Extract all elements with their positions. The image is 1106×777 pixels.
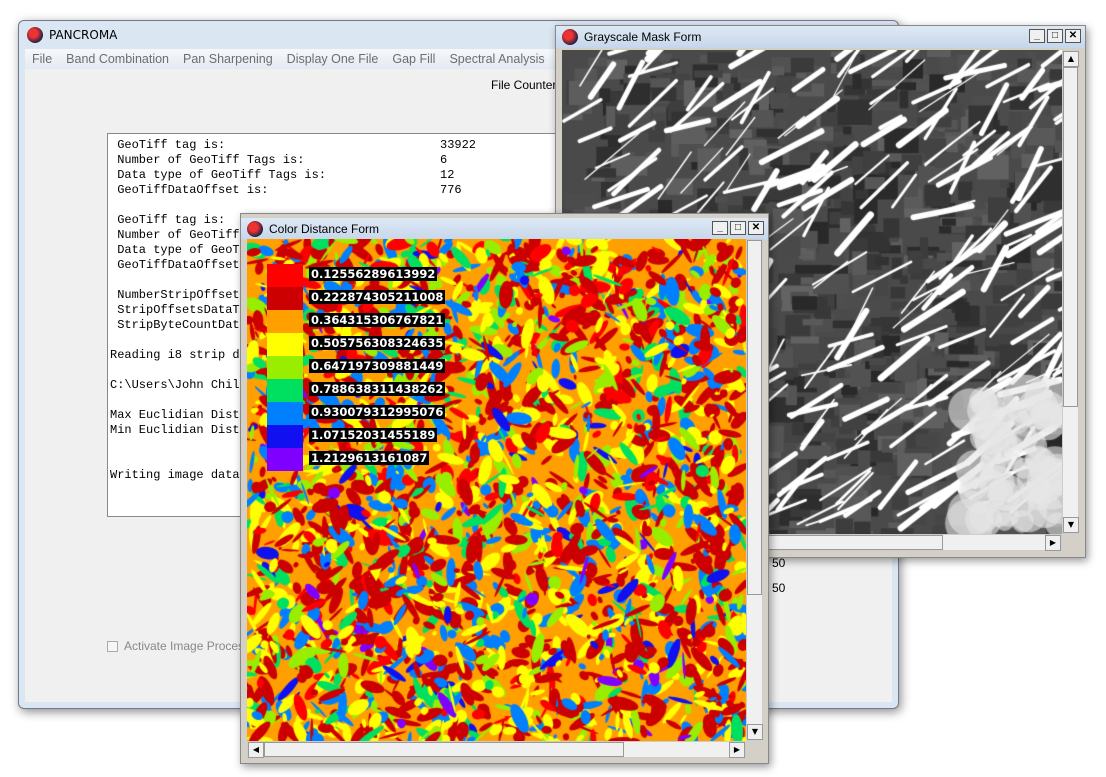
close-button[interactable]: ✕	[1065, 29, 1081, 43]
log-line: Number of GeoTiff Tags is: 6	[110, 153, 566, 168]
log-label: Number of GeoTiff Tags is:	[110, 153, 305, 167]
log-label: Max Euclidian Dista	[110, 408, 247, 422]
window-title: Grayscale Mask Form	[584, 30, 702, 44]
app-icon	[27, 27, 43, 43]
log-line: GeoTiff tag is: 33922	[110, 138, 566, 153]
log-value: 776	[440, 183, 462, 197]
log-line: Data type of GeoTiff Tags is: 12	[110, 168, 566, 183]
log-label: Writing image data	[110, 468, 240, 482]
log-label: Number of GeoTiff	[110, 228, 240, 242]
log-label: GeoTiff tag is:	[110, 138, 226, 152]
scroll-right-button[interactable]: ▶	[1045, 535, 1061, 551]
legend-swatch	[267, 264, 303, 287]
legend-label: 0.647197309881449	[309, 359, 446, 373]
maximize-button[interactable]: □	[1047, 29, 1063, 43]
minimize-button[interactable]: _	[1029, 29, 1045, 43]
legend-label: 0.505756308324635	[309, 336, 446, 350]
close-button[interactable]: ✕	[748, 221, 764, 235]
horizontal-scrollbar[interactable]: ◀ ▶	[247, 741, 746, 758]
minimize-button[interactable]: _	[712, 221, 728, 235]
legend-label: 1.2129613161087	[309, 451, 430, 465]
scroll-right-button[interactable]: ▶	[729, 742, 745, 758]
legend-swatch	[267, 356, 303, 379]
log-label: Data type of GeoTiff Tags is:	[110, 168, 327, 182]
legend-label: 0.930079312995076	[309, 405, 446, 419]
legend-label: 1.07152031455189	[309, 428, 438, 442]
legend-swatch	[267, 425, 303, 448]
scroll-thumb[interactable]	[747, 240, 762, 595]
checkbox-box[interactable]	[107, 640, 118, 652]
legend-label: 0.364315306767821	[309, 313, 446, 327]
scroll-down-button[interactable]: ▼	[747, 724, 763, 740]
legend-label: 0.12556289613992	[309, 267, 438, 281]
menu-item[interactable]: Display One File	[280, 52, 386, 66]
legend-swatch	[267, 287, 303, 310]
log-label: StripOffsetsDataTy	[110, 303, 247, 317]
menu-item[interactable]: Spectral Analysis	[442, 52, 551, 66]
log-label: StripByteCountData	[110, 318, 247, 332]
scroll-up-button[interactable]: ▲	[1063, 51, 1079, 67]
checkbox-label: Activate Image Processi	[124, 639, 253, 653]
menu-item[interactable]: File	[25, 52, 59, 66]
title-bar: Grayscale Mask Form _ □ ✕	[556, 26, 1085, 48]
legend-swatch	[267, 333, 303, 356]
legend-swatch	[267, 379, 303, 402]
window-title: PANCROMA	[49, 28, 118, 42]
file-counter-label: File Counter	[491, 78, 557, 92]
color-distance-window: Color Distance Form _ □ ✕ 0.12556289613992…	[240, 213, 769, 764]
log-line: GeoTiffDataOffset is: 776	[110, 183, 566, 198]
vertical-scrollbar[interactable]: ▼	[746, 239, 763, 741]
maximize-button[interactable]: □	[730, 221, 746, 235]
log-label: NumberStripOffsets	[110, 288, 247, 302]
legend-swatch	[267, 402, 303, 425]
log-label: GeoTiffDataOffset	[110, 258, 240, 272]
app-icon	[562, 29, 578, 45]
title-bar: Color Distance Form _ □ ✕	[241, 218, 768, 240]
log-value: 33922	[440, 138, 477, 152]
log-label: Min Euclidian Dista	[110, 423, 247, 437]
menu-item[interactable]: Band Combination	[59, 52, 176, 66]
log-value: 12	[440, 168, 455, 182]
vertical-scrollbar[interactable]: ▲ ▼	[1062, 50, 1079, 534]
log-label: GeoTiffDataOffset is:	[110, 183, 269, 197]
legend: 0.12556289613992 0.222874305211008 0.36431…	[267, 264, 446, 471]
log-label: GeoTiff tag is:	[110, 213, 226, 227]
scroll-thumb[interactable]	[1063, 67, 1078, 407]
legend-label: 0.788638311438262	[309, 382, 446, 396]
legend-swatch	[267, 310, 303, 333]
activate-image-processing-checkbox[interactable]: Activate Image Processi	[107, 639, 253, 653]
scroll-down-button[interactable]: ▼	[1063, 517, 1079, 533]
scroll-left-button[interactable]: ◀	[248, 742, 264, 758]
menu-item[interactable]: Pan Sharpening	[176, 52, 280, 66]
menu-item[interactable]: Gap Fill	[385, 52, 442, 66]
legend-swatch	[267, 448, 303, 471]
log-value: 6	[440, 153, 448, 167]
log-label: Data type of GeoT	[110, 243, 240, 257]
app-icon	[247, 221, 263, 237]
legend-label: 0.222874305211008	[309, 290, 446, 304]
window-title: Color Distance Form	[269, 222, 380, 236]
color-distance-image-area: 0.12556289613992 0.222874305211008 0.36431…	[247, 239, 746, 741]
log-label: Reading i8 strip da	[110, 348, 247, 362]
log-label: C:\Users\John Chil	[110, 378, 240, 392]
scroll-thumb[interactable]	[264, 742, 624, 757]
